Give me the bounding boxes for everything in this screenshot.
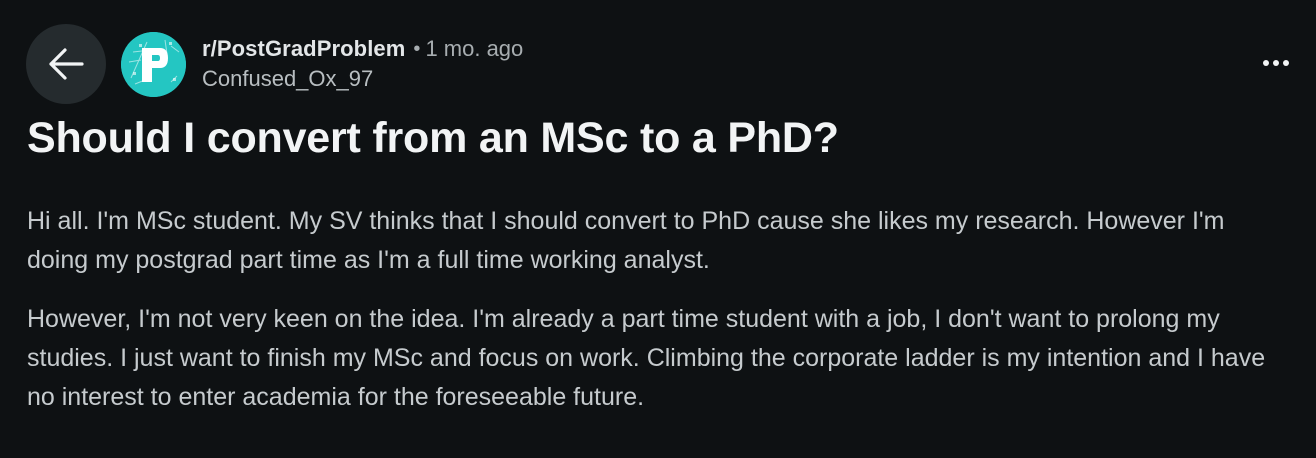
- post-meta-line: r/PostGradProblem • 1 mo. ago: [202, 34, 523, 64]
- subreddit-link[interactable]: r/PostGradProblem: [202, 36, 405, 62]
- post-body: Hi all. I'm MSc student. My SV thinks th…: [27, 202, 1292, 437]
- more-horizontal-icon: [1263, 60, 1289, 66]
- post-page: r/PostGradProblem • 1 mo. ago Confused_O…: [0, 0, 1316, 458]
- post-age: 1 mo. ago: [425, 36, 524, 61]
- post-paragraph: Hi all. I'm MSc student. My SV thinks th…: [27, 207, 1225, 274]
- back-button[interactable]: [26, 24, 106, 104]
- post-title: Should I convert from an MSc to a PhD?: [27, 114, 839, 162]
- author-link[interactable]: Confused_Ox_97: [202, 66, 523, 92]
- arrow-left-icon: [49, 48, 84, 80]
- more-options-button[interactable]: [1258, 47, 1294, 79]
- community-avatar[interactable]: [121, 32, 186, 97]
- community-logo-icon: [121, 32, 186, 97]
- meta-separator: •: [413, 37, 421, 60]
- post-meta: r/PostGradProblem • 1 mo. ago Confused_O…: [202, 34, 523, 98]
- post-paragraph: However, I'm not very keen on the idea. …: [27, 305, 1266, 411]
